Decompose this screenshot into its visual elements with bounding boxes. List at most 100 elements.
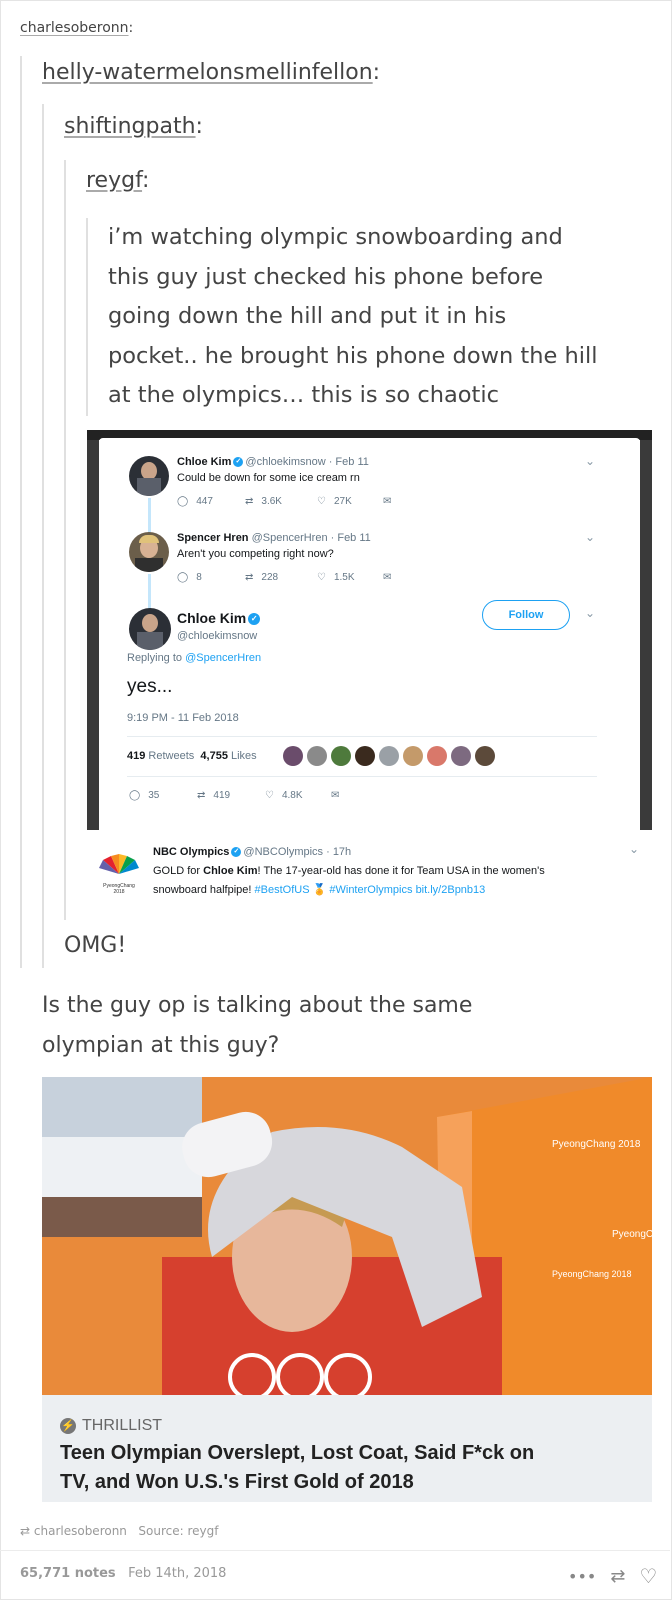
avatar[interactable]: [403, 746, 423, 766]
heart-icon[interactable]: ♡: [639, 1564, 657, 1588]
nbc-olympics-logo-icon: PyeongChang 2018: [97, 852, 141, 895]
blog-link-charlesoberonn[interactable]: charlesoberonn: [20, 20, 129, 36]
retweet-count: 3.6K: [261, 496, 282, 507]
divider: [127, 776, 597, 777]
tweet1-name[interactable]: Chloe Kim: [177, 456, 231, 468]
retweets-count[interactable]: 419: [127, 750, 145, 762]
blog-link-shiftingpath[interactable]: shiftingpath: [64, 114, 196, 139]
more-options-icon[interactable]: •••: [568, 1567, 596, 1586]
avatar[interactable]: [427, 746, 447, 766]
text-line: at the olympics… this is so chaotic: [108, 382, 499, 408]
avatar[interactable]: [451, 746, 471, 766]
avatar[interactable]: [475, 746, 495, 766]
like-count: 4.8K: [281, 790, 303, 801]
tweet3-handle[interactable]: @chloekimsnow: [177, 630, 257, 642]
retweet-count: 419: [213, 790, 231, 801]
avatar[interactable]: [355, 746, 375, 766]
avatar-spencer[interactable]: [129, 532, 169, 572]
url-link[interactable]: bit.ly/2Bpnb13: [416, 884, 486, 896]
like-button[interactable]: ♡ 1.5K: [317, 572, 383, 583]
tweet3-name[interactable]: Chloe Kim: [177, 610, 246, 626]
text-part-bold: Chloe Kim: [203, 865, 258, 877]
message-button[interactable]: ✉: [331, 790, 339, 801]
reply-button[interactable]: ◯ 8: [177, 572, 245, 583]
hashtag-link[interactable]: #BestOfUS: [255, 884, 310, 896]
post-date[interactable]: Feb 14th, 2018: [128, 1566, 226, 1581]
tweet2-name[interactable]: Spencer Hren: [177, 532, 249, 544]
retweet-icon: ⇄: [245, 572, 254, 583]
retweet-icon: ⇄: [245, 496, 254, 507]
avatar[interactable]: [283, 746, 303, 766]
hashtag-link[interactable]: #WinterOlympics: [329, 884, 412, 896]
source-link[interactable]: reygf: [187, 1524, 218, 1538]
avatar[interactable]: [307, 746, 327, 766]
retweets-label[interactable]: Retweets: [148, 750, 194, 762]
tweet2-author: Spencer Hren @SpencerHren · Feb 11: [177, 532, 371, 544]
quote-bar-1: [20, 56, 22, 968]
text-line: i’m watching olympic snowboarding and: [108, 224, 563, 250]
heart-icon: ♡: [265, 790, 274, 801]
follow-button[interactable]: Follow: [482, 600, 570, 630]
tweet2-handle[interactable]: @SpencerHren · Feb 11: [252, 532, 371, 544]
tweet3-stats: 419 Retweets 4,755 Likes: [127, 750, 257, 762]
post-footer: 65,771 notes Feb 14th, 2018: [20, 1566, 226, 1581]
reblog-header-4: reygf:: [86, 168, 149, 193]
avatar[interactable]: [331, 746, 351, 766]
reblogged-from-link[interactable]: charlesoberonn: [34, 1524, 127, 1538]
avatar[interactable]: [379, 746, 399, 766]
notes-count[interactable]: 65,771 notes: [20, 1566, 116, 1581]
tweet4-name[interactable]: NBC Olympics: [153, 846, 229, 858]
quote-bar-2: [42, 104, 44, 968]
reply-button[interactable]: ◯ 447: [177, 496, 245, 507]
avatar-chloe[interactable]: [129, 456, 169, 496]
tweet3-name-row: Chloe Kim ✓: [177, 610, 262, 626]
colon: :: [142, 168, 150, 193]
divider: [127, 736, 597, 737]
likes-label[interactable]: Likes: [231, 750, 257, 762]
tweet1-handle[interactable]: @chloekimsnow · Feb 11: [245, 456, 368, 468]
quote-bar-3: [64, 160, 66, 920]
like-button[interactable]: ♡ 4.8K: [265, 790, 331, 801]
reblog-icon[interactable]: ⇄: [610, 1566, 625, 1587]
tweet3-actions: ◯ 35 ⇄ 419 ♡ 4.8K ✉: [129, 790, 339, 801]
post-controls: ••• ⇄ ♡: [568, 1564, 657, 1588]
avatar-chloe-main[interactable]: [129, 608, 171, 650]
chevron-down-icon[interactable]: ⌄: [585, 606, 595, 620]
message-button[interactable]: ✉: [383, 496, 391, 507]
tweet3-timestamp[interactable]: 9:19 PM - 11 Feb 2018: [127, 712, 239, 724]
retweet-button[interactable]: ⇄ 3.6K: [245, 496, 317, 507]
replying-to-link[interactable]: @SpencerHren: [185, 652, 261, 664]
text-line: olympian at this guy?: [42, 1033, 280, 1058]
article-link-card[interactable]: ⚡ THRILLIST Teen Olympian Overslept, Los…: [42, 1395, 652, 1502]
colon: :: [128, 20, 134, 36]
text-line: going down the hill and put it in his: [108, 303, 507, 329]
reply-icon: ◯: [129, 790, 141, 801]
tweet2-text: Aren't you competing right now?: [177, 548, 334, 560]
retweet-button[interactable]: ⇄ 228: [245, 572, 317, 583]
title-line: TV, and Won U.S.'s First Gold of 2018: [60, 1471, 414, 1493]
like-count: 1.5K: [333, 572, 355, 583]
nbc-tweet: PyeongChang 2018 NBC Olympics ✓ @NBCOlympi…: [87, 842, 652, 912]
chevron-down-icon[interactable]: ⌄: [585, 454, 595, 468]
message-button[interactable]: ✉: [383, 572, 391, 583]
verified-icon: ✓: [248, 613, 261, 626]
logo-caption: PyeongChang 2018: [103, 883, 135, 895]
verified-icon: ✓: [231, 847, 242, 858]
tweet1-text: Could be down for some ice cream rn: [177, 472, 360, 484]
heart-icon: ♡: [317, 496, 326, 507]
tweet4-handle[interactable]: @NBCOlympics · 17h: [243, 846, 351, 858]
source-name: THRILLIST: [82, 1417, 163, 1434]
blog-link-helly[interactable]: helly-watermelonsmellinfellon: [42, 60, 373, 85]
retweet-button[interactable]: ⇄ 419: [197, 790, 265, 801]
article-source: ⚡ THRILLIST: [60, 1417, 162, 1435]
likes-count[interactable]: 4,755: [200, 750, 228, 762]
article-title[interactable]: Teen Olympian Overslept, Lost Coat, Said…: [60, 1439, 534, 1497]
reply-button[interactable]: ◯ 35: [129, 790, 197, 801]
tweet4-text: GOLD for Chloe Kim! The 17-year-old has …: [153, 862, 643, 900]
article-photo[interactable]: PyeongChang 2018 PyeongC PyeongChang 201…: [42, 1077, 652, 1395]
chevron-down-icon[interactable]: ⌄: [585, 530, 595, 544]
chevron-down-icon[interactable]: ⌄: [629, 842, 639, 856]
blog-link-reygf[interactable]: reygf: [86, 168, 142, 193]
reply-text-shiftingpath: OMG!: [64, 933, 127, 958]
like-button[interactable]: ♡ 27K: [317, 496, 383, 507]
